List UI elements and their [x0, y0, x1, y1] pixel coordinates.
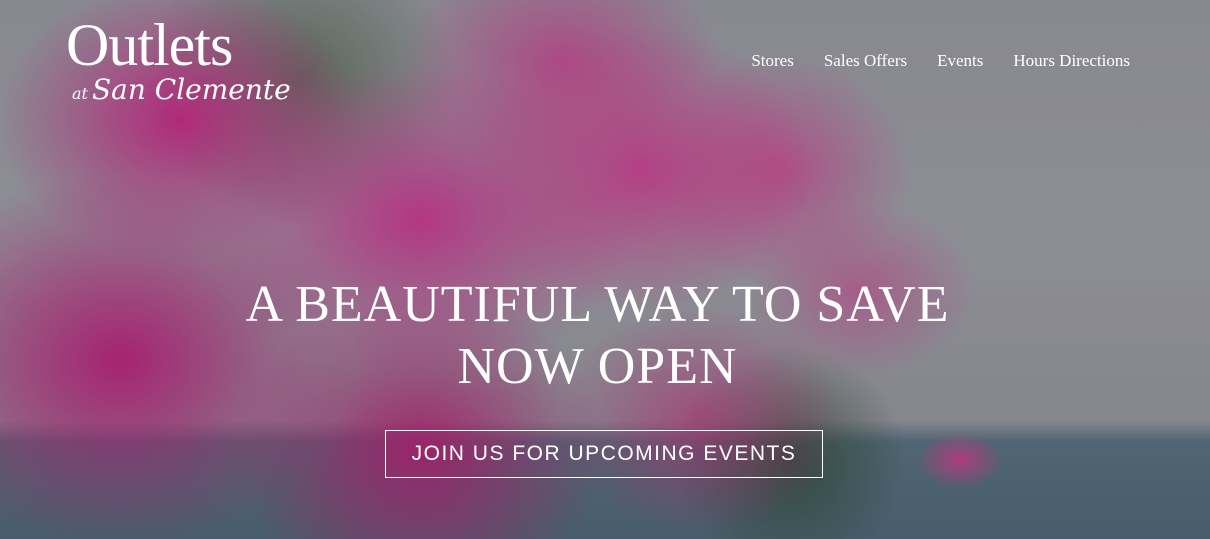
nav-item-stores[interactable]: Stores [751, 50, 794, 72]
nav-item-sales-offers[interactable]: Sales Offers [824, 50, 907, 72]
logo-subtitle: at San Clemente [66, 74, 291, 110]
logo-at: at [72, 84, 88, 103]
nav-item-events[interactable]: Events [937, 50, 983, 72]
hero-headline: A BEAUTIFUL WAY TO SAVE NOW OPEN [0, 274, 1195, 398]
main-nav: Stores Sales Offers Events Hours Directi… [751, 50, 1130, 72]
hero-headline-line-2: NOW OPEN [457, 338, 738, 395]
hero-banner: Outlets at San Clemente Stores Sales Offe… [0, 0, 1210, 539]
hero-headline-line-1: A BEAUTIFUL WAY TO SAVE [245, 276, 950, 333]
logo-location: San Clemente [91, 73, 291, 106]
logo-wordmark: Outlets [66, 12, 233, 78]
site-logo[interactable]: Outlets at San Clemente [66, 14, 291, 110]
upcoming-events-button[interactable]: JOIN US FOR UPCOMING EVENTS [385, 430, 823, 478]
nav-item-hours-directions[interactable]: Hours Directions [1013, 50, 1130, 72]
